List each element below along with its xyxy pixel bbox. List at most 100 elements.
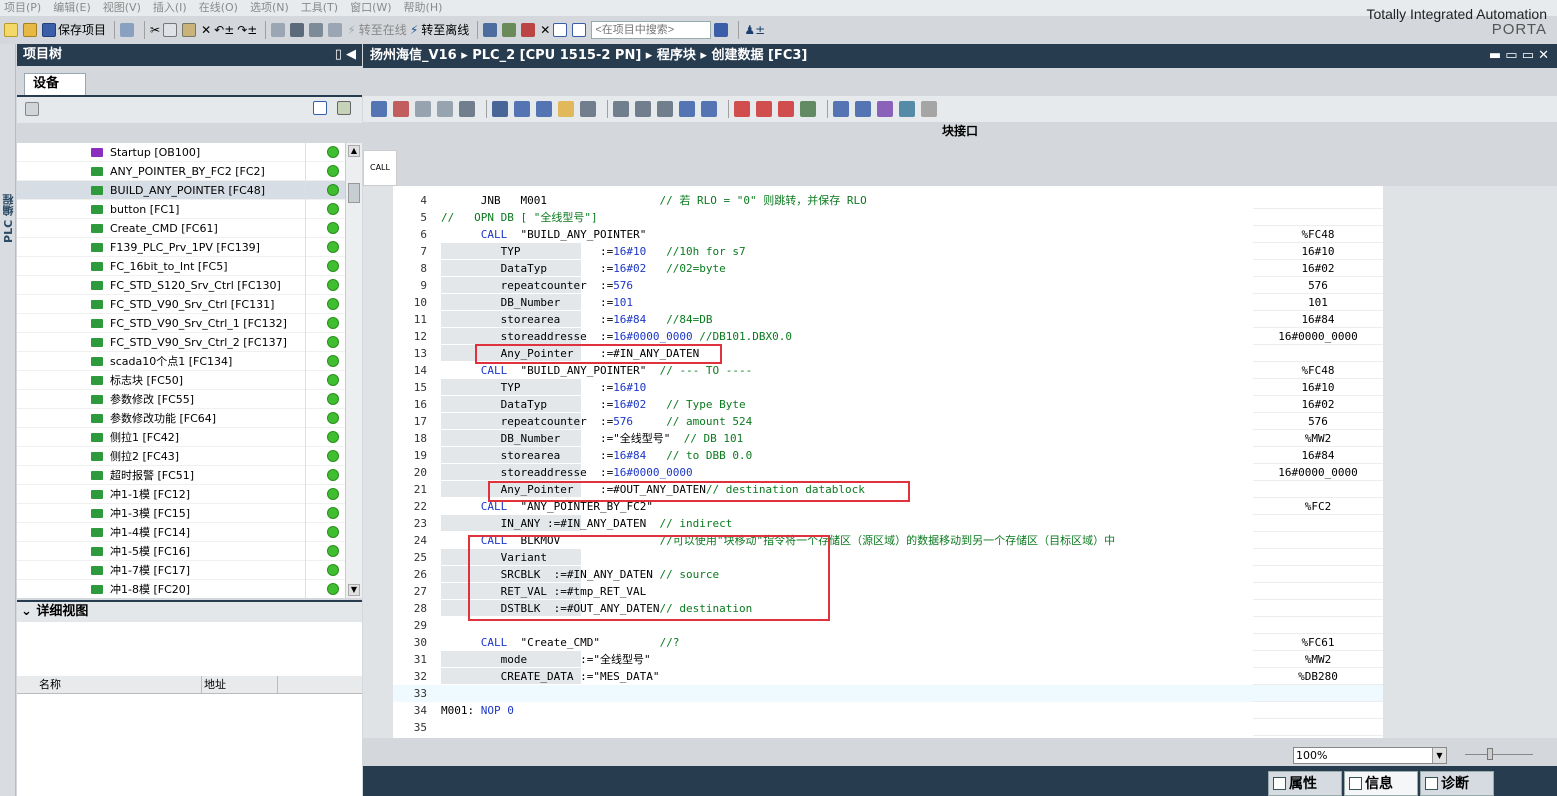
breadcrumb-block[interactable]: 创建数据 [FC3] [711,48,807,63]
tree-item[interactable]: FC_16bit_to_Int [FC5] [17,257,345,276]
start-cpu-button[interactable] [502,20,518,40]
tree-item[interactable]: 冲1-7模 [FC17] [17,561,345,580]
user-button[interactable]: ♟± [744,20,765,40]
code-line[interactable]: 20 storeaddresse :=16#0000_0000 [393,464,1253,481]
breadcrumb-project[interactable]: 扬州海信_V16 [370,48,457,63]
view-options-icon[interactable] [337,101,351,115]
cut-button[interactable]: ✂ [150,20,160,40]
menu-item[interactable]: 工具(T) [297,0,346,15]
code-line[interactable]: 23 IN_ANY :=#IN_ANY_DATEN // indirect [393,515,1253,532]
plc-programming-label[interactable]: PLC 编程 [1,194,17,243]
menu-item[interactable]: 编辑(E) [49,0,99,15]
zoom-slider-handle[interactable] [1487,748,1493,760]
menu-item[interactable]: 窗口(W) [346,0,399,15]
tree-item[interactable]: 冲1-5模 [FC16] [17,542,345,561]
detail-view-header[interactable]: ⌄ 详细视图 [17,600,362,622]
upload-button[interactable] [309,20,325,40]
window-controls[interactable]: ▬ ▭ ▭ ✕ [1489,44,1549,68]
menu-item[interactable]: 项目(P) [0,0,49,15]
open-branch-icon[interactable] [679,101,695,117]
menu-item[interactable]: 选项(N) [246,0,297,15]
breadcrumb-folder[interactable]: 程序块 [657,48,696,63]
next-error-icon[interactable] [778,101,794,117]
tree-item[interactable]: 冲1-8模 [FC20] [17,580,345,598]
save-project-button[interactable]: 保存项目 [42,20,106,40]
reset-icon[interactable] [459,101,475,117]
memory-icon[interactable] [921,101,937,117]
insert-network-icon[interactable] [371,101,387,117]
code-line[interactable]: 35 [393,719,1253,736]
code-line[interactable]: 12 storeaddresse :=16#0000_0000 //DB101.… [393,328,1253,345]
box-icon[interactable] [613,101,629,117]
tree-item[interactable]: 参数修改 [FC55] [17,390,345,409]
properties-icon[interactable] [877,101,893,117]
coil-icon[interactable] [635,101,651,117]
close-branch-icon[interactable] [701,101,717,117]
project-search-input[interactable] [591,20,712,39]
favorites-icon[interactable] [558,101,574,117]
collapse-panel-icon[interactable]: ▯ ◀ [335,44,356,66]
go-offline-button[interactable]: ⚡ 转至离线 [410,20,469,40]
project-tree-scrollbar[interactable]: ▲ ▼ [345,143,362,598]
delete-network-icon[interactable] [393,101,409,117]
tree-item[interactable]: ANY_POINTER_BY_FC2 [FC2] [17,162,345,181]
tree-item[interactable]: BUILD_ANY_POINTER [FC48] [17,181,345,200]
code-line[interactable]: 18 DB_Number :="全线型号" // DB 101 [393,430,1253,447]
code-line[interactable]: 30 CALL "Create_CMD" //? [393,634,1253,651]
scroll-down-icon[interactable]: ▼ [348,584,360,596]
watch-icon[interactable] [899,101,915,117]
tree-item[interactable]: FC_STD_V90_Srv_Ctrl_1 [FC132] [17,314,345,333]
tree-item[interactable]: 标志块 [FC50] [17,371,345,390]
tree-item[interactable]: FC_STD_V90_Srv_Ctrl_2 [FC137] [17,333,345,352]
code-line[interactable]: 4 JNB M001 // 若 RLO = "0" 则跳转，并保存 RLO [393,192,1253,209]
tree-item[interactable]: button [FC1] [17,200,345,219]
copy-button[interactable] [163,20,179,40]
compile-button[interactable] [271,20,287,40]
stop-cpu-button[interactable] [521,20,537,40]
tree-item[interactable]: 侧拉1 [FC42] [17,428,345,447]
new-project-button[interactable] [4,20,20,40]
tab-diagnostics[interactable]: 诊断 [1420,771,1494,796]
go-online-button[interactable]: ⚡ 转至在线 [347,20,406,40]
column-address[interactable]: 地址 [201,676,226,694]
parallel-icon[interactable] [657,101,673,117]
code-line[interactable]: 9 repeatcounter :=576 [393,277,1253,294]
insert-row-icon[interactable] [415,101,431,117]
comments-icon[interactable] [536,101,552,117]
split-vertical-button[interactable] [572,20,588,40]
tab-properties[interactable]: 属性 [1268,771,1342,796]
code-line[interactable]: 14 CALL "BUILD_ANY_POINTER" // --- TO --… [393,362,1253,379]
split-horizontal-button[interactable] [553,20,569,40]
absolute-operands-icon[interactable] [492,101,508,117]
code-line[interactable]: 7 TYP :=16#10 //10h for s7 [393,243,1253,260]
undo-button[interactable]: ↶± [214,20,234,40]
call-icon[interactable] [580,101,596,117]
zoom-slider[interactable] [1465,748,1533,760]
redo-button[interactable]: ↷± [237,20,257,40]
code-line[interactable]: 11 storearea :=16#84 //84=DB [393,311,1253,328]
column-name[interactable]: 名称 [39,676,61,694]
delete-button[interactable]: ✕ [201,20,211,40]
tree-item[interactable]: 超时报警 [FC51] [17,466,345,485]
cross-reference-button[interactable]: ✕ [540,20,550,40]
grid-icon[interactable] [25,102,39,116]
scroll-thumb[interactable] [348,183,360,203]
code-line[interactable]: 5 // OPN DB [ "全线型号"] [393,209,1253,226]
scroll-up-icon[interactable]: ▲ [348,145,360,157]
stl-code-editor[interactable]: 4 JNB M001 // 若 RLO = "0" 则跳转，并保存 RLO 5 //… [393,186,1253,738]
compare-icon[interactable] [855,101,871,117]
menu-item[interactable]: 帮助(H) [400,0,451,15]
code-line[interactable]: 19 storearea :=16#84 // to DBB 0.0 [393,447,1253,464]
menu-item[interactable]: 视图(V) [99,0,149,15]
menu-item[interactable]: 插入(I) [149,0,195,15]
code-line[interactable]: 15 TYP :=16#10 [393,379,1253,396]
download-button[interactable] [290,20,306,40]
code-line[interactable]: 6 CALL "BUILD_ANY_POINTER" [393,226,1253,243]
tree-item[interactable]: 冲1-3模 [FC15] [17,504,345,523]
previous-error-icon[interactable] [756,101,772,117]
zoom-select[interactable]: 100% ▼ [1293,747,1447,764]
breadcrumb-plc[interactable]: PLC_2 [CPU 1515-2 PN] [472,48,641,63]
tree-item[interactable]: 侧拉2 [FC43] [17,447,345,466]
code-line[interactable]: 10 DB_Number :=101 [393,294,1253,311]
code-line[interactable]: 31 mode :="全线型号" [393,651,1253,668]
